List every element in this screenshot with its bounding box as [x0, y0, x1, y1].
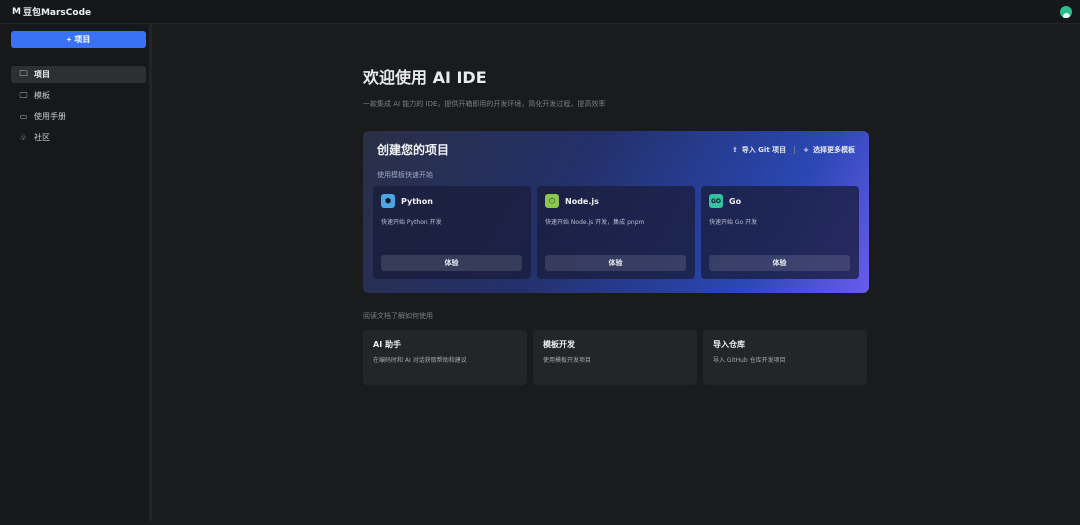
page-title: 欢迎使用 AI IDE	[363, 68, 487, 87]
sidebar: + 项目 🗀 项目 🖵 模板 ▭ 使用手册 ♧ 社区	[0, 24, 152, 521]
sidebar-item-community[interactable]: ♧ 社区	[11, 129, 146, 146]
create-project-header: 创建您的项目 ⇪ 导入 Git 项目 + 选择更多模板	[373, 141, 859, 158]
docs-hint: 阅读文档了解如何使用	[363, 312, 433, 320]
user-avatar[interactable]	[1060, 5, 1072, 18]
divider	[794, 145, 796, 154]
import-git-label: 导入 Git 项目	[741, 145, 787, 154]
sidebar-item-label: 使用手册	[34, 112, 66, 121]
try-nodejs-button[interactable]: 体验	[545, 255, 686, 271]
template-card-nodejs[interactable]: ⬡ Node.js 快速开始 Node.js 开发，集成 pnpm 体验	[537, 186, 695, 279]
template-card-desc: 快速开始 Go 开发	[709, 219, 758, 226]
template-card-title: Python	[401, 196, 433, 206]
import-git-button[interactable]: ⇪ 导入 Git 项目	[732, 145, 786, 155]
doc-card-title: 导入仓库	[713, 340, 745, 349]
doc-cards: AI 助手 在编码时和 AI 对话获取帮助和建议 模板开发 使用模板开发项目 导…	[363, 330, 869, 385]
template-card-desc: 快速开始 Python 开发	[381, 219, 442, 226]
sidebar-item-label: 模板	[34, 91, 50, 100]
sidebar-item-projects[interactable]: 🗀 项目	[11, 66, 146, 83]
template-card-python[interactable]: ⬢ Python 快速开始 Python 开发 体验	[373, 186, 531, 279]
sidebar-item-label: 项目	[34, 70, 50, 79]
sidebar-item-manual[interactable]: ▭ 使用手册	[11, 108, 146, 125]
monitor-icon: 🖵	[19, 90, 28, 100]
sidebar-item-label: 社区	[34, 133, 50, 142]
template-card-title: Node.js	[565, 196, 599, 206]
doc-card-desc: 导入 GitHub 仓库开发项目	[713, 357, 786, 364]
sidebar-item-templates[interactable]: 🖵 模板	[11, 87, 146, 104]
sidebar-nav: 🗀 项目 🖵 模板 ▭ 使用手册 ♧ 社区	[6, 66, 146, 146]
avatar-figure-icon	[1062, 12, 1070, 18]
template-cards: ⬢ Python 快速开始 Python 开发 体验 ⬡ Node.js 快速开…	[373, 186, 859, 279]
new-project-button[interactable]: + 项目	[11, 31, 146, 48]
try-go-button[interactable]: 体验	[709, 255, 850, 271]
template-hint: 使用模板快速开始	[377, 171, 433, 179]
more-templates-button[interactable]: + 选择更多模板	[803, 145, 855, 155]
nodejs-icon: ⬡	[545, 194, 559, 208]
brand-logo[interactable]: M 豆包MarsCode	[12, 5, 92, 19]
doc-card-ai-assistant[interactable]: AI 助手 在编码时和 AI 对话获取帮助和建议	[363, 330, 527, 385]
plus-icon: +	[66, 35, 72, 44]
more-templates-label: 选择更多模板	[813, 145, 855, 154]
doc-card-desc: 使用模板开发项目	[543, 357, 592, 364]
doc-card-title: AI 助手	[373, 340, 401, 349]
template-card-title: Go	[729, 196, 742, 206]
create-project-actions: ⇪ 导入 Git 项目 + 选择更多模板	[732, 145, 855, 155]
upload-icon: ⇪	[731, 145, 738, 154]
page-subtitle: 一款集成 AI 能力的 IDE，提供开箱即用的开发环境，简化开发过程，提高效率	[363, 100, 606, 108]
create-project-panel: 创建您的项目 ⇪ 导入 Git 项目 + 选择更多模板 使用模板快速开始 ⬢ P…	[363, 131, 869, 293]
doc-card-desc: 在编码时和 AI 对话获取帮助和建议	[373, 357, 467, 364]
book-icon: ▭	[19, 112, 28, 121]
brand-name: 豆包MarsCode	[22, 8, 92, 18]
welcome-content: 欢迎使用 AI IDE 一款集成 AI 能力的 IDE，提供开箱即用的开发环境，…	[363, 64, 869, 385]
plus-icon: +	[803, 145, 809, 154]
doc-card-title: 模板开发	[543, 340, 575, 349]
template-card-go[interactable]: GO Go 快速开始 Go 开发 体验	[701, 186, 859, 279]
folder-icon: 🗀	[19, 68, 28, 78]
top-bar: M 豆包MarsCode	[0, 0, 1080, 24]
marscode-logo-icon: M	[12, 6, 21, 17]
try-python-button[interactable]: 体验	[381, 255, 522, 271]
main-panel: 欢迎使用 AI IDE 一款集成 AI 能力的 IDE，提供开箱即用的开发环境，…	[155, 24, 1080, 521]
create-project-title: 创建您的项目	[377, 143, 450, 157]
template-card-desc: 快速开始 Node.js 开发，集成 pnpm	[545, 219, 645, 226]
community-icon: ♧	[19, 133, 28, 142]
doc-card-template-dev[interactable]: 模板开发 使用模板开发项目	[533, 330, 697, 385]
doc-card-import-repo[interactable]: 导入仓库 导入 GitHub 仓库开发项目	[703, 330, 867, 385]
new-project-label: 项目	[74, 35, 91, 44]
go-icon: GO	[709, 194, 723, 208]
python-icon: ⬢	[381, 194, 395, 208]
